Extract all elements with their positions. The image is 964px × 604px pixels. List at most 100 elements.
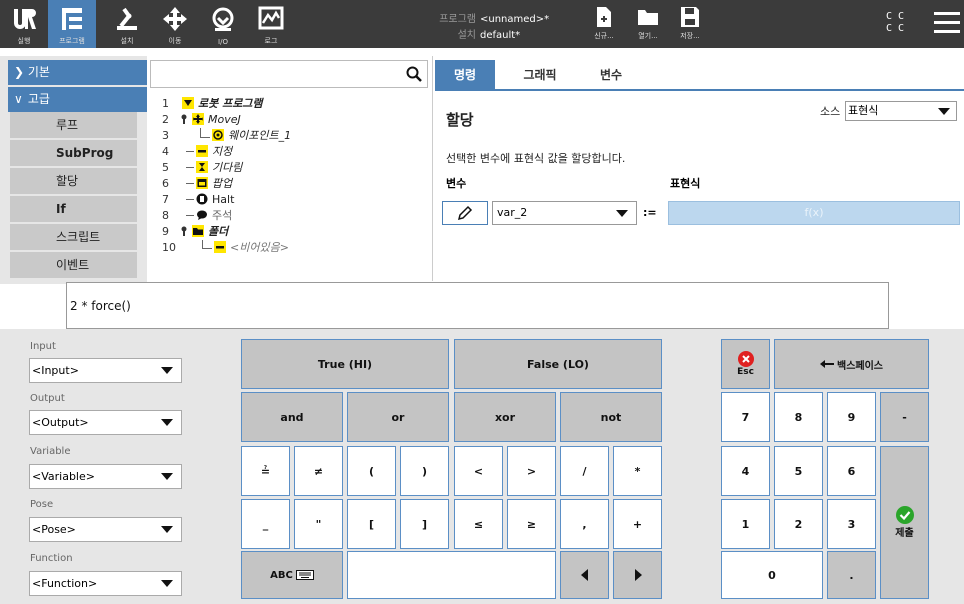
digit-4-key[interactable]: 4 xyxy=(721,446,770,496)
move-tab[interactable]: 이동 xyxy=(152,0,198,48)
output-dropdown[interactable]: <Output> xyxy=(29,410,182,435)
function-dropdown[interactable]: <Function> xyxy=(29,571,182,596)
pose-dropdown[interactable]: <Pose> xyxy=(29,517,182,542)
less-equal-key[interactable]: ≤ xyxy=(454,499,503,549)
divide-key[interactable]: / xyxy=(560,446,609,496)
digit-2-key[interactable]: 2 xyxy=(774,499,823,549)
digit-5-key[interactable]: 5 xyxy=(774,446,823,496)
tree-row[interactable]: 3 웨이포인트_1 xyxy=(150,128,430,144)
digit-1-key[interactable]: 1 xyxy=(721,499,770,549)
log-tab[interactable]: 로그 xyxy=(248,0,294,48)
minus-key[interactable]: - xyxy=(880,392,929,442)
edit-variable-button[interactable] xyxy=(442,201,488,225)
tab-variables[interactable]: 변수 xyxy=(581,60,641,90)
false-lo-key[interactable]: False (LO) xyxy=(454,339,662,389)
abc-keyboard-key[interactable]: ABC xyxy=(241,551,343,599)
comma-key[interactable]: , xyxy=(560,499,609,549)
digit-8-key[interactable]: 8 xyxy=(774,392,823,442)
digit-0-key[interactable]: 0 xyxy=(721,551,823,599)
tree-search-input[interactable] xyxy=(150,60,428,88)
output-label: Output xyxy=(30,393,65,404)
install-tab[interactable]: 설치 xyxy=(104,0,150,48)
menu-bar xyxy=(934,12,960,15)
nav-basic[interactable]: ❯ 기본 xyxy=(8,60,147,85)
digit-7-key[interactable]: 7 xyxy=(721,392,770,442)
plus-key[interactable]: + xyxy=(613,499,662,549)
nav-item-subprog[interactable]: SubProg xyxy=(10,140,137,166)
arrow-right-icon xyxy=(634,569,642,581)
search-icon[interactable] xyxy=(406,66,422,82)
nav-item-script[interactable]: 스크립트 xyxy=(10,224,137,250)
program-info: 프로그램 <unnamed>* 설치 default* xyxy=(430,10,549,41)
not-key[interactable]: not xyxy=(560,392,662,442)
tree-row[interactable]: 7 Halt xyxy=(150,192,430,208)
greater-than-key[interactable]: > xyxy=(507,446,556,496)
cursor-left-key[interactable] xyxy=(560,551,609,599)
tab-underline xyxy=(435,89,964,91)
nav-item-assign[interactable]: 할당 xyxy=(10,168,137,194)
close-bracket-key[interactable]: ] xyxy=(400,499,449,549)
tree-row[interactable]: 10 <비어있음> xyxy=(150,240,430,256)
tab-command[interactable]: 명령 xyxy=(435,60,495,90)
digit-3-key[interactable]: 3 xyxy=(827,499,876,549)
multiply-key[interactable]: * xyxy=(613,446,662,496)
expression-field[interactable]: f(x) xyxy=(668,201,960,225)
open-folder-icon xyxy=(638,10,658,25)
save-icon xyxy=(681,7,699,27)
open-bracket-key[interactable]: [ xyxy=(347,499,396,549)
movej-icon xyxy=(192,113,204,125)
open-paren-key[interactable]: ( xyxy=(347,446,396,496)
command-nav: ❯ 기본 ∨ 고급 루프 SubProg 할당 If 스크립트 이벤트 xyxy=(0,56,147,284)
xor-key[interactable]: xor xyxy=(454,392,556,442)
esc-key[interactable]: Esc xyxy=(721,339,770,389)
expand-pin-icon xyxy=(181,114,187,124)
tree-row[interactable]: 4 지정 xyxy=(150,144,430,160)
tree-node-label: 팝업 xyxy=(212,177,233,190)
decimal-point-key[interactable]: . xyxy=(827,551,876,599)
new-button[interactable]: 신규... xyxy=(587,4,621,44)
and-key[interactable]: and xyxy=(241,392,343,442)
save-button[interactable]: 저장... xyxy=(673,4,707,44)
variable-dropdown[interactable]: var_2 xyxy=(492,201,637,225)
tree-row[interactable]: 1 로봇 프로그램 xyxy=(150,96,430,112)
nav-item-if[interactable]: If xyxy=(10,196,137,222)
run-tab[interactable]: 실행 xyxy=(0,0,48,48)
nav-item-event[interactable]: 이벤트 xyxy=(10,252,137,278)
function-label: Function xyxy=(30,553,73,564)
or-key[interactable]: or xyxy=(347,392,449,442)
equals-key[interactable]: ≟ xyxy=(241,446,290,496)
variable-side-dropdown[interactable]: <Variable> xyxy=(29,464,182,489)
tree-row[interactable]: 5 기다림 xyxy=(150,160,430,176)
greater-equal-key[interactable]: ≥ xyxy=(507,499,556,549)
menu-button[interactable] xyxy=(934,12,960,34)
tree-row[interactable]: 6 팝업 xyxy=(150,176,430,192)
variable-label: 변수 xyxy=(446,177,467,190)
nav-advanced[interactable]: ∨ 고급 xyxy=(8,87,147,112)
tree-row[interactable]: 2 MoveJ xyxy=(150,112,430,128)
expression-input[interactable]: 2 * force() xyxy=(66,282,889,329)
tree-node: 팝업 xyxy=(196,176,232,192)
quote-key[interactable]: " xyxy=(294,499,343,549)
not-equal-key[interactable]: ≠ xyxy=(294,446,343,496)
submit-key[interactable]: 제출 xyxy=(880,446,929,599)
digit-9-key[interactable]: 9 xyxy=(827,392,876,442)
chevron-down-icon xyxy=(161,419,173,426)
tree-row[interactable]: 8 주석 xyxy=(150,208,430,224)
tree-row[interactable]: 9 폴더 xyxy=(150,224,430,240)
digit-6-key[interactable]: 6 xyxy=(827,446,876,496)
underscore-key[interactable]: _ xyxy=(241,499,290,549)
nav-item-loop[interactable]: 루프 xyxy=(10,112,137,138)
backspace-key[interactable]: 백스페이스 xyxy=(774,339,929,389)
input-dropdown[interactable]: <Input> xyxy=(29,358,182,383)
tree-node-label: 주석 xyxy=(212,209,233,222)
less-than-key[interactable]: < xyxy=(454,446,503,496)
tab-graphics[interactable]: 그래픽 xyxy=(505,60,575,90)
source-dropdown[interactable]: 표현식 xyxy=(845,101,957,121)
true-hi-key[interactable]: True (HI) xyxy=(241,339,449,389)
program-tab[interactable]: 프로그램 xyxy=(48,0,96,48)
open-button[interactable]: 열기... xyxy=(631,4,665,44)
io-tab[interactable]: I/O xyxy=(200,0,246,48)
cursor-right-key[interactable] xyxy=(613,551,662,599)
space-key[interactable] xyxy=(347,551,556,599)
close-paren-key[interactable]: ) xyxy=(400,446,449,496)
